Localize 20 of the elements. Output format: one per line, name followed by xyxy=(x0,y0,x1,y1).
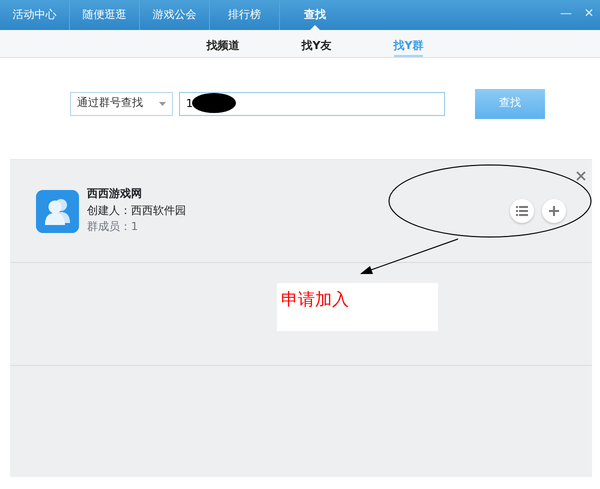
sub-tab[interactable]: 找Y群 xyxy=(394,30,424,57)
nav-tab[interactable]: 查找 xyxy=(280,0,350,30)
group-avatar-icon xyxy=(36,190,79,232)
redaction-mark xyxy=(192,93,236,113)
close-button[interactable]: ✕ xyxy=(578,4,600,22)
annotation-text: 申请加入 xyxy=(277,283,438,331)
details-button[interactable] xyxy=(510,199,534,223)
close-icon[interactable] xyxy=(576,170,586,183)
member-count: 群成员：1 xyxy=(87,219,139,236)
sub-tab[interactable]: 找Y友 xyxy=(302,30,332,57)
minimize-button[interactable]: — xyxy=(554,4,578,22)
group-name: 西西游戏网 xyxy=(87,186,143,202)
sub-tab[interactable]: 找频道 xyxy=(206,30,240,57)
join-button[interactable] xyxy=(542,199,566,223)
search-button[interactable]: 查找 xyxy=(475,88,545,118)
dropdown-caret-icon xyxy=(159,102,166,106)
plus-icon xyxy=(549,206,559,216)
search-mode-dropdown[interactable]: 通过群号查找 xyxy=(70,92,173,116)
list-icon xyxy=(516,206,528,216)
group-creator: 创建人：西西软件园 xyxy=(87,202,186,219)
